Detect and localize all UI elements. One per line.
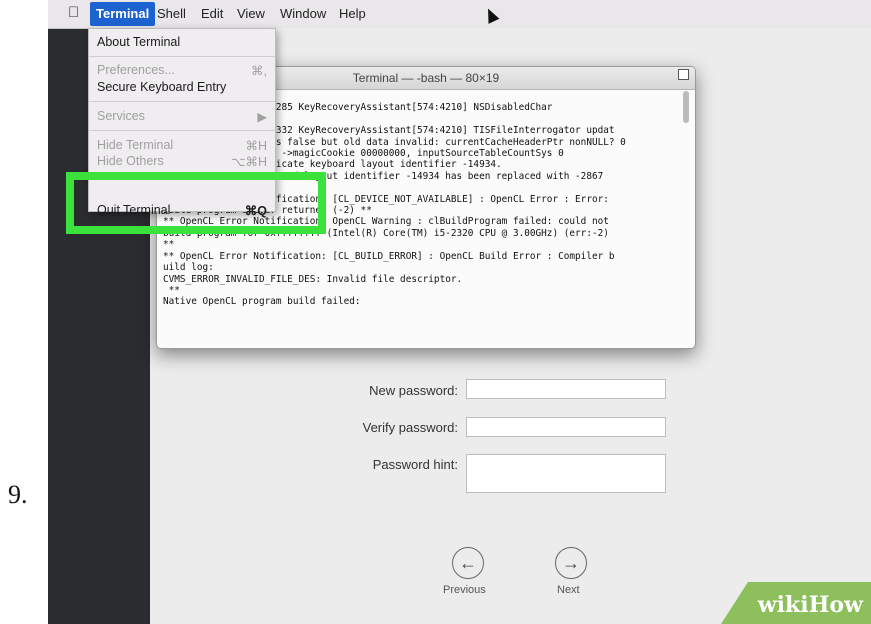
menu-terminal[interactable]: Terminal bbox=[90, 2, 156, 26]
next-arrow-icon[interactable]: → bbox=[555, 547, 587, 579]
terminal-line: Native OpenCL program build failed: bbox=[163, 296, 361, 308]
watermark-logo: wikiHow bbox=[757, 592, 863, 618]
verify-password-label: Verify password: bbox=[362, 420, 458, 435]
menu-edit[interactable]: Edit bbox=[201, 6, 223, 21]
previous-arrow-icon[interactable]: ← bbox=[452, 547, 484, 579]
menu-item-secure-keyboard[interactable]: Secure Keyboard Entry bbox=[97, 80, 226, 94]
menu-window[interactable]: Window bbox=[280, 6, 326, 21]
previous-label[interactable]: Previous bbox=[443, 584, 486, 596]
menu-help[interactable]: Help bbox=[339, 6, 366, 21]
mac-screen:  Terminal Shell Edit View Window Help N… bbox=[48, 0, 871, 624]
new-password-field[interactable] bbox=[466, 379, 666, 399]
hide-others-shortcut: ⌥⌘H bbox=[231, 155, 267, 169]
terminal-line: CVMS_ERROR_INVALID_FILE_DES: Invalid fil… bbox=[163, 273, 463, 285]
terminal-line: ** bbox=[163, 239, 175, 251]
menu-view[interactable]: View bbox=[237, 6, 265, 21]
preferences-shortcut: ⌘, bbox=[251, 64, 267, 78]
terminal-resize-icon[interactable] bbox=[678, 69, 689, 80]
next-label[interactable]: Next bbox=[557, 584, 580, 596]
menu-shell[interactable]: Shell bbox=[157, 6, 186, 21]
terminal-scrollbar[interactable] bbox=[683, 91, 689, 123]
menu-separator bbox=[89, 101, 275, 102]
new-password-label: New password: bbox=[369, 383, 458, 398]
verify-password-field[interactable] bbox=[466, 417, 666, 437]
submenu-arrow-icon: ▶ bbox=[257, 110, 267, 124]
menu-separator bbox=[89, 56, 275, 57]
terminal-line: uild log: bbox=[163, 262, 214, 274]
password-hint-label: Password hint: bbox=[372, 457, 458, 472]
terminal-line: ** OpenCL Error Notification: [CL_BUILD_… bbox=[163, 250, 615, 262]
hide-terminal-shortcut: ⌘H bbox=[245, 139, 267, 153]
menu-item-services: Services bbox=[97, 109, 145, 123]
menu-item-hide-others: Hide Others bbox=[97, 154, 164, 168]
step-number: 9. bbox=[8, 480, 28, 509]
menu-item-about[interactable]: About Terminal bbox=[97, 35, 180, 49]
password-hint-field[interactable] bbox=[466, 454, 666, 493]
menu-bar:  Terminal Shell Edit View Window Help bbox=[48, 0, 871, 29]
menu-item-preferences: Preferences... bbox=[97, 63, 175, 77]
menu-separator bbox=[89, 130, 275, 131]
menu-item-hide-terminal: Hide Terminal bbox=[97, 138, 174, 152]
apple-menu-icon[interactable]:  bbox=[68, 4, 79, 21]
terminal-line: ** bbox=[163, 284, 180, 296]
quit-highlight-box bbox=[66, 172, 326, 234]
